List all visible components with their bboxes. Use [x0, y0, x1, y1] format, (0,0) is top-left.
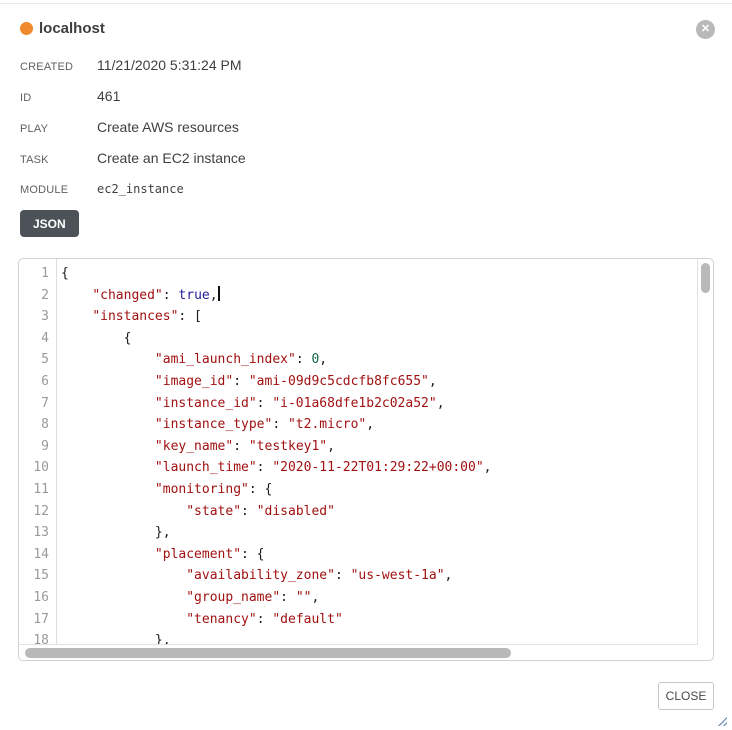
close-button-label: CLOSE [666, 689, 707, 703]
horizontal-scrollbar-thumb[interactable] [25, 648, 511, 658]
line-number: 3 [19, 306, 49, 328]
code-line: "instances": [ [61, 306, 697, 328]
line-number: 1 [19, 263, 49, 285]
line-number: 13 [19, 522, 49, 544]
line-number: 2 [19, 285, 49, 307]
line-number: 7 [19, 393, 49, 415]
line-number: 15 [19, 565, 49, 587]
line-number: 6 [19, 371, 49, 393]
detail-value-module: ec2_instance [97, 180, 712, 199]
detail-label: CREATED [20, 58, 97, 77]
line-number: 17 [19, 609, 49, 631]
code-line: "monitoring": { [61, 479, 697, 501]
json-button-label: JSON [33, 217, 66, 231]
modal-header: localhost [20, 20, 686, 37]
host-name-title: localhost [39, 20, 105, 37]
detail-value-task: Create an EC2 instance [97, 149, 712, 168]
line-number: 14 [19, 544, 49, 566]
close-button[interactable]: CLOSE [658, 682, 714, 710]
detail-label: TASK [20, 151, 97, 170]
code-lines: { "changed": true, "instances": [ { "ami… [57, 259, 697, 644]
line-number: 9 [19, 436, 49, 458]
host-event-modal: localhost ✕ CREATED 11/21/2020 5:31:24 P… [0, 0, 732, 730]
modal-top-divider [0, 3, 732, 4]
code-line: "placement": { [61, 544, 697, 566]
line-number: 4 [19, 328, 49, 350]
json-view-toggle-button[interactable]: JSON [20, 210, 79, 237]
code-editor[interactable]: 123456789101112131415161718 { "changed":… [19, 259, 698, 645]
line-number: 8 [19, 414, 49, 436]
code-line: "availability_zone": "us-west-1a", [61, 565, 697, 587]
line-number: 16 [19, 587, 49, 609]
detail-row-play: PLAY Create AWS resources [20, 118, 712, 139]
json-output-panel: 123456789101112131415161718 { "changed":… [18, 258, 714, 661]
code-line: "instance_type": "t2.micro", [61, 414, 697, 436]
detail-value-created: 11/21/2020 5:31:24 PM [97, 56, 712, 75]
code-line: "key_name": "testkey1", [61, 436, 697, 458]
detail-row-task: TASK Create an EC2 instance [20, 149, 712, 170]
line-number: 11 [19, 479, 49, 501]
code-line: "group_name": "", [61, 587, 697, 609]
detail-row-module: MODULE ec2_instance [20, 180, 712, 200]
vertical-scrollbar-thumb[interactable] [701, 263, 710, 293]
resize-handle-icon[interactable] [716, 715, 727, 726]
code-line: }, [61, 522, 697, 544]
code-line: "instance_id": "i-01a68dfe1b2c02a52", [61, 393, 697, 415]
event-details: CREATED 11/21/2020 5:31:24 PM ID 461 PLA… [20, 56, 712, 210]
close-icon[interactable]: ✕ [696, 20, 715, 39]
code-line: { [61, 328, 697, 350]
detail-row-created: CREATED 11/21/2020 5:31:24 PM [20, 56, 712, 77]
line-number: 10 [19, 457, 49, 479]
detail-value-play: Create AWS resources [97, 118, 712, 137]
code-line: "ami_launch_index": 0, [61, 349, 697, 371]
line-number: 5 [19, 349, 49, 371]
code-line: "changed": true, [61, 285, 697, 307]
code-line: "tenancy": "default" [61, 609, 697, 631]
text-cursor [218, 286, 220, 301]
line-number: 12 [19, 501, 49, 523]
line-number: 18 [19, 630, 49, 645]
code-line: }, [61, 630, 697, 644]
close-icon-glyph: ✕ [701, 24, 710, 35]
code-line: "image_id": "ami-09d9c5cdcfb8fc655", [61, 371, 697, 393]
detail-label: MODULE [20, 181, 97, 200]
detail-row-id: ID 461 [20, 87, 712, 108]
detail-value-id: 461 [97, 87, 712, 106]
code-gutter: 123456789101112131415161718 [19, 259, 57, 644]
detail-label: PLAY [20, 120, 97, 139]
code-line: "launch_time": "2020-11-22T01:29:22+00:0… [61, 457, 697, 479]
code-line: "state": "disabled" [61, 501, 697, 523]
detail-label: ID [20, 89, 97, 108]
host-status-changed-icon [20, 22, 33, 35]
code-line: { [61, 263, 697, 285]
